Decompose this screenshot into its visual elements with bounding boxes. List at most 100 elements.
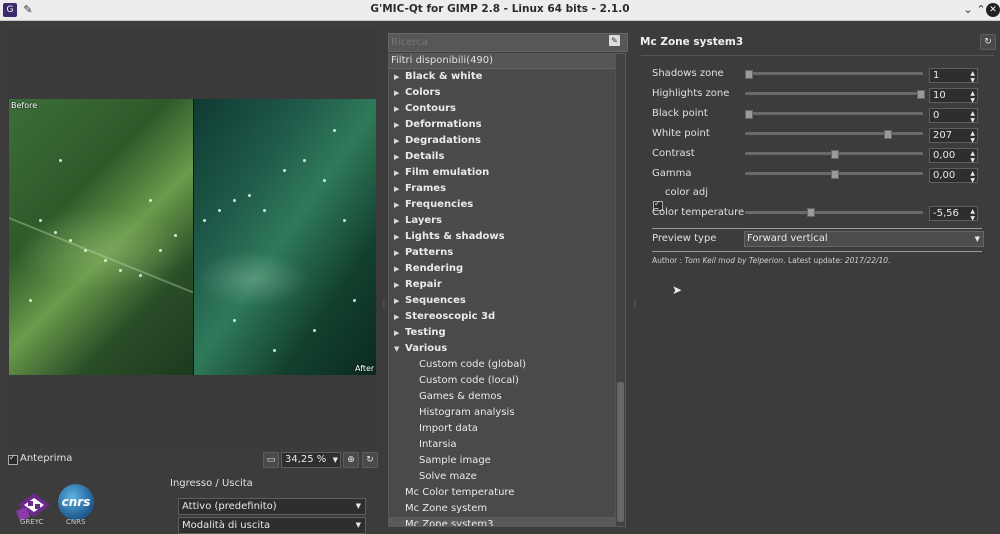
parameter-slider-handle[interactable] <box>831 170 839 179</box>
filter-category[interactable]: ▼ Various <box>389 341 615 357</box>
filter-tree-scrollbar[interactable] <box>615 54 625 526</box>
collapsed-triangle-icon[interactable]: ▶ <box>394 149 399 165</box>
collapsed-triangle-icon[interactable]: ▶ <box>394 117 399 133</box>
collapsed-triangle-icon[interactable]: ▶ <box>394 325 399 341</box>
parameter-spinbox[interactable]: 1 ▲ ▼ <box>929 68 978 84</box>
filter-item[interactable]: Solve maze <box>389 469 615 485</box>
input-mode-select[interactable]: Attivo (predefinito) ▼ <box>178 498 366 515</box>
parameter-label: Highlights zone <box>652 88 730 99</box>
filter-category[interactable]: ▶ Sequences <box>389 293 615 309</box>
spin-down-icon[interactable]: ▼ <box>970 134 975 147</box>
collapsed-triangle-icon[interactable]: ▶ <box>394 309 399 325</box>
color-temperature-slider-handle[interactable] <box>806 208 815 217</box>
filter-item-label: Testing <box>405 327 446 338</box>
parameter-slider[interactable] <box>745 132 923 135</box>
filter-item[interactable]: Custom code (global) <box>389 357 615 373</box>
preview-type-select[interactable]: Forward vertical ▼ <box>744 231 984 247</box>
parameter-spinbox[interactable]: 207 ▲ ▼ <box>929 128 978 144</box>
filter-item-label: Frames <box>405 183 447 194</box>
parameter-spinbox[interactable]: 0 ▲ ▼ <box>929 108 978 124</box>
spin-down-icon[interactable]: ▼ <box>970 94 975 107</box>
collapsed-triangle-icon[interactable]: ▶ <box>394 165 399 181</box>
spin-down-icon[interactable]: ▼ <box>970 212 975 225</box>
preview-split-line[interactable] <box>193 99 194 375</box>
collapsed-triangle-icon[interactable]: ▶ <box>394 261 399 277</box>
before-label: Before <box>11 101 38 110</box>
zoom-in-button[interactable]: ⊕ <box>343 452 359 468</box>
collapsed-triangle-icon[interactable]: ▶ <box>394 181 399 197</box>
parameter-slider[interactable] <box>745 72 923 75</box>
parameter-slider-handle[interactable] <box>745 70 753 79</box>
collapsed-triangle-icon[interactable]: ▶ <box>394 101 399 117</box>
filter-search-input[interactable] <box>388 33 628 52</box>
parameter-slider[interactable] <box>745 92 923 95</box>
filter-category[interactable]: ▶ Rendering <box>389 261 615 277</box>
filter-category[interactable]: ▶ Contours <box>389 101 615 117</box>
parameter-spinbox[interactable]: 0,00 ▲ ▼ <box>929 168 978 184</box>
refresh-preview-button[interactable]: ↻ <box>362 452 378 468</box>
filter-category[interactable]: ▶ Details <box>389 149 615 165</box>
spin-down-icon[interactable]: ▼ <box>970 114 975 127</box>
zoom-out-button[interactable]: ▭ <box>263 452 279 468</box>
preview-image[interactable] <box>9 99 376 375</box>
right-splitter-handle[interactable]: ⋮ ⋮ <box>631 298 639 310</box>
spin-down-icon[interactable]: ▼ <box>970 74 975 87</box>
filter-item[interactable]: Games & demos <box>389 389 615 405</box>
filter-category[interactable]: ▶ Stereoscopic 3d <box>389 309 615 325</box>
filter-item-label: Deformations <box>405 119 482 130</box>
collapsed-triangle-icon[interactable]: ▶ <box>394 213 399 229</box>
parameter-slider-handle[interactable] <box>884 130 893 139</box>
filter-category[interactable]: ▶ Film emulation <box>389 165 615 181</box>
parameter-slider-handle[interactable] <box>831 150 839 159</box>
collapsed-triangle-icon[interactable]: ▶ <box>394 69 399 85</box>
filter-item[interactable]: Custom code (local) <box>389 373 615 389</box>
collapsed-triangle-icon[interactable]: ▶ <box>394 293 399 309</box>
filter-category[interactable]: ▶ Repair <box>389 277 615 293</box>
filter-item[interactable]: Mc Zone system <box>389 501 615 517</box>
filter-category[interactable]: ▶ Colors <box>389 85 615 101</box>
preview-checkbox[interactable] <box>8 453 18 465</box>
filter-category[interactable]: ▶ Frames <box>389 181 615 197</box>
collapsed-triangle-icon[interactable]: ▶ <box>394 277 399 293</box>
left-splitter-handle[interactable]: ⋮ ⋮ <box>380 298 388 310</box>
collapsed-triangle-icon[interactable]: ▶ <box>394 85 399 101</box>
color-temperature-slider[interactable] <box>745 211 923 214</box>
filter-category[interactable]: ▶ Frequencies <box>389 197 615 213</box>
filter-item-label: Various <box>405 343 448 354</box>
spin-down-icon[interactable]: ▼ <box>970 174 975 187</box>
filter-item[interactable]: Histogram analysis <box>389 405 615 421</box>
filter-category[interactable]: ▶ Testing <box>389 325 615 341</box>
close-button[interactable]: ✕ <box>986 3 1000 17</box>
parameter-slider[interactable] <box>745 112 923 115</box>
scrollbar-thumb[interactable] <box>617 382 624 522</box>
color-temperature-spinbox[interactable]: -5,56 ▲ ▼ <box>929 206 978 222</box>
filter-category[interactable]: ▶ Black & white <box>389 69 615 85</box>
filter-category[interactable]: ▶ Degradations <box>389 133 615 149</box>
filter-item[interactable]: Import data <box>389 421 615 437</box>
collapsed-triangle-icon[interactable]: ▶ <box>394 245 399 261</box>
filter-tree-header: Filtri disponibili(490) <box>389 54 617 69</box>
output-mode-select[interactable]: Modalità di uscita ▼ <box>178 517 366 534</box>
filter-category[interactable]: ▶ Lights & shadows <box>389 229 615 245</box>
parameter-value: 1 <box>933 70 940 81</box>
expanded-triangle-icon[interactable]: ▼ <box>394 341 399 357</box>
parameter-slider-handle[interactable] <box>917 90 925 99</box>
filter-category[interactable]: ▶ Deformations <box>389 117 615 133</box>
collapsed-triangle-icon[interactable]: ▶ <box>394 197 399 213</box>
clear-search-icon[interactable]: ✎ <box>609 35 620 46</box>
spin-down-icon[interactable]: ▼ <box>970 154 975 167</box>
reset-parameters-button[interactable]: ↻ <box>980 34 996 50</box>
parameter-slider-handle[interactable] <box>745 110 753 119</box>
filter-item[interactable]: Sample image <box>389 453 615 469</box>
filter-item[interactable]: Mc Color temperature <box>389 485 615 501</box>
filter-category[interactable]: ▶ Layers <box>389 213 615 229</box>
parameter-spinbox[interactable]: 10 ▲ ▼ <box>929 88 978 104</box>
zoom-combo[interactable]: 34,25 % ▼ <box>281 452 341 468</box>
filter-item[interactable]: Mc Zone system3 <box>389 517 615 526</box>
collapsed-triangle-icon[interactable]: ▶ <box>394 133 399 149</box>
filter-tree[interactable]: Filtri disponibili(490) ▶ Black & white ▶ C… <box>388 53 626 527</box>
parameter-spinbox[interactable]: 0,00 ▲ ▼ <box>929 148 978 164</box>
filter-item[interactable]: Intarsia <box>389 437 615 453</box>
collapsed-triangle-icon[interactable]: ▶ <box>394 229 399 245</box>
filter-category[interactable]: ▶ Patterns <box>389 245 615 261</box>
